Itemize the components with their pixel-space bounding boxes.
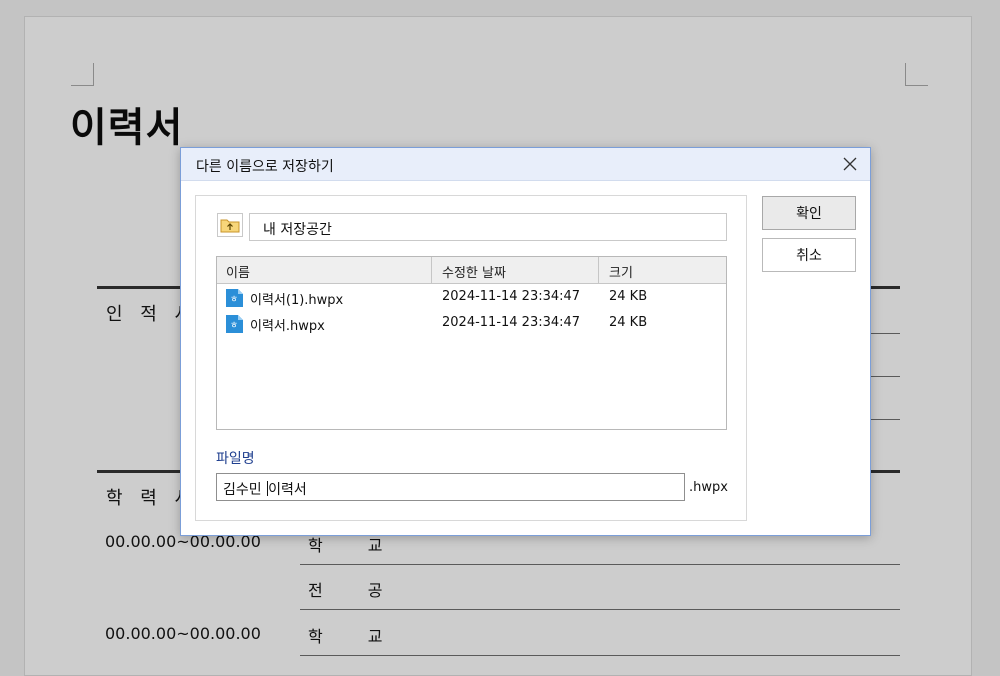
file-modified: 2024-11-14 23:34:47 — [442, 315, 581, 330]
file-browser-panel: 내 저장공간 이름 수정한 날짜 크기 ㅎ 이력서(1).hwpx 2024-1… — [195, 195, 747, 521]
column-header-modified[interactable]: 수정한 날짜 — [442, 262, 506, 281]
row-divider — [300, 609, 900, 610]
confirm-button[interactable]: 확인 — [762, 196, 856, 230]
column-separator[interactable] — [431, 257, 432, 283]
file-row[interactable]: ㅎ 이력서.hwpx 2024-11-14 23:34:47 24 KB — [217, 310, 726, 336]
hwp-file-icon: ㅎ — [226, 315, 243, 337]
file-modified: 2024-11-14 23:34:47 — [442, 289, 581, 304]
filename-text-after-caret: 이력서 — [268, 482, 307, 498]
dialog-titlebar[interactable]: 다른 이름으로 저장하기 — [181, 148, 870, 181]
column-header-size[interactable]: 크기 — [609, 262, 633, 281]
file-list[interactable]: 이름 수정한 날짜 크기 ㅎ 이력서(1).hwpx 2024-11-14 23… — [216, 256, 727, 430]
file-size: 24 KB — [609, 289, 648, 304]
column-separator[interactable] — [598, 257, 599, 283]
close-button[interactable] — [838, 152, 862, 176]
page-corner-mark — [905, 63, 928, 86]
filename-label: 파일명 — [216, 451, 255, 467]
file-size: 24 KB — [609, 315, 648, 330]
folder-up-button[interactable] — [217, 213, 243, 237]
filename-text-before-caret: 김수민 — [223, 482, 267, 498]
file-name: 이력서.hwpx — [250, 319, 325, 334]
file-row[interactable]: ㅎ 이력서(1).hwpx 2024-11-14 23:34:47 24 KB — [217, 284, 726, 310]
svg-text:ㅎ: ㅎ — [230, 321, 238, 331]
document-title: 이력서 — [70, 105, 184, 151]
file-name: 이력서(1).hwpx — [250, 293, 344, 308]
field-major-label: 전 공 — [308, 581, 403, 600]
save-as-dialog: 다른 이름으로 저장하기 내 저장공간 이름 수정한 날짜 크기 ㅎ 이력서(1… — [180, 147, 871, 536]
row-divider — [300, 564, 900, 565]
hwp-file-icon: ㅎ — [226, 289, 243, 311]
page-corner-mark — [71, 63, 94, 86]
dialog-title: 다른 이름으로 저장하기 — [196, 159, 334, 175]
row-divider — [300, 655, 900, 656]
folder-up-icon — [220, 219, 240, 233]
path-field[interactable]: 내 저장공간 — [249, 213, 727, 241]
field-school-label: 학 교 — [308, 627, 403, 646]
column-header-name[interactable]: 이름 — [226, 262, 250, 281]
close-icon — [843, 157, 857, 171]
file-extension-label: .hwpx — [689, 480, 728, 495]
cancel-button[interactable]: 취소 — [762, 238, 856, 272]
date-range: 00.00.00~00.00.00 — [105, 624, 261, 643]
filename-input[interactable]: 김수민 이력서 — [216, 473, 685, 501]
svg-text:ㅎ: ㅎ — [230, 295, 238, 305]
file-list-header: 이름 수정한 날짜 크기 — [217, 257, 726, 284]
